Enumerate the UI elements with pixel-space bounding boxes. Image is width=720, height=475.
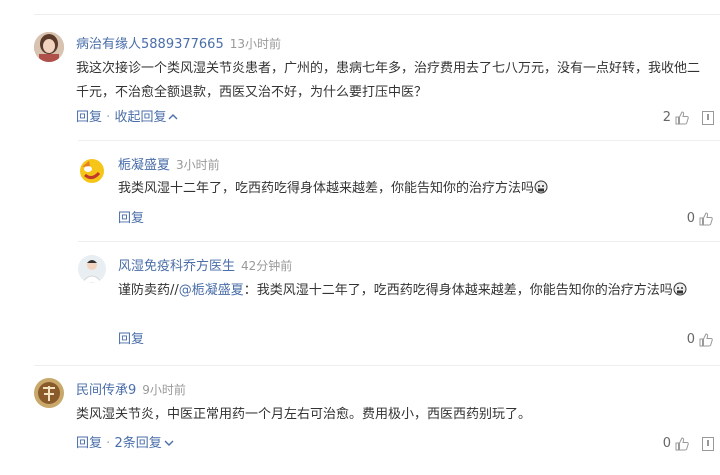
reply-button[interactable]: 回复 — [118, 211, 144, 226]
comment-time: 3小时前 — [176, 158, 220, 172]
avatar-woman-icon — [34, 32, 64, 62]
reply-button[interactable]: 回复 — [118, 332, 144, 347]
like-count: 0 — [662, 436, 671, 451]
reply-text: 谨防卖药//@栀凝盛夏：我类风湿十二年了，吃西药吃得身体越来越差，你能告知你的治… — [118, 279, 702, 303]
avatar-tradition-icon — [34, 378, 64, 408]
separator: · — [106, 436, 111, 451]
comment-text: 类风湿关节炎，中医正常用药一个月左右可治愈。费用极小，西医西药别玩了。 — [76, 407, 532, 422]
divider — [34, 365, 720, 366]
avatar[interactable] — [78, 255, 106, 283]
divider — [34, 14, 720, 15]
divider — [78, 241, 720, 242]
like-count: 0 — [686, 332, 695, 347]
reply-text: 我类风湿十二年了，吃西药吃得身体越来越差，你能告知你的治疗方法吗 — [118, 177, 702, 201]
divider — [78, 140, 720, 141]
comment-time: 42分钟前 — [241, 259, 293, 273]
expand-replies-button[interactable]: 2条回复 — [114, 436, 174, 451]
report-icon[interactable] — [702, 437, 714, 451]
thumbs-up-icon[interactable] — [674, 110, 690, 126]
reply-button[interactable]: 回复 — [76, 436, 102, 451]
comment-time: 9小时前 — [142, 383, 186, 397]
fear-emoji-icon — [534, 180, 548, 194]
like-count: 2 — [662, 110, 671, 125]
avatar-doctor-icon — [78, 255, 106, 283]
avatar[interactable] — [34, 378, 64, 408]
username[interactable]: 民间传承9 — [76, 383, 136, 398]
separator: · — [106, 110, 111, 125]
thumbs-up-icon[interactable] — [674, 436, 690, 452]
chevron-down-icon — [164, 440, 174, 446]
report-icon[interactable] — [702, 111, 714, 125]
thumbs-up-icon[interactable] — [698, 211, 714, 227]
thumbs-up-icon[interactable] — [698, 332, 714, 348]
comment-time: 13小时前 — [229, 37, 281, 51]
username[interactable]: 病治有缘人5889377665 — [76, 37, 224, 52]
reply-button[interactable]: 回复 — [76, 110, 102, 125]
fear-emoji-icon — [673, 282, 687, 296]
collapse-replies-button[interactable]: 收起回复 — [114, 110, 178, 125]
comment-text: 我这次接诊一个类风湿关节炎患者，广州的，患病七年多，治疗费用去了七八万元，没有一… — [76, 61, 701, 100]
mention-link[interactable]: @栀凝盛夏 — [179, 283, 244, 298]
avatar[interactable] — [34, 32, 64, 62]
username[interactable]: 栀凝盛夏 — [118, 158, 170, 173]
username[interactable]: 风湿免疫科乔方医生 — [118, 259, 235, 274]
avatar[interactable] — [78, 157, 106, 185]
chevron-up-icon — [168, 114, 178, 120]
like-count: 0 — [686, 211, 695, 226]
avatar-emoji-icon — [78, 157, 106, 185]
